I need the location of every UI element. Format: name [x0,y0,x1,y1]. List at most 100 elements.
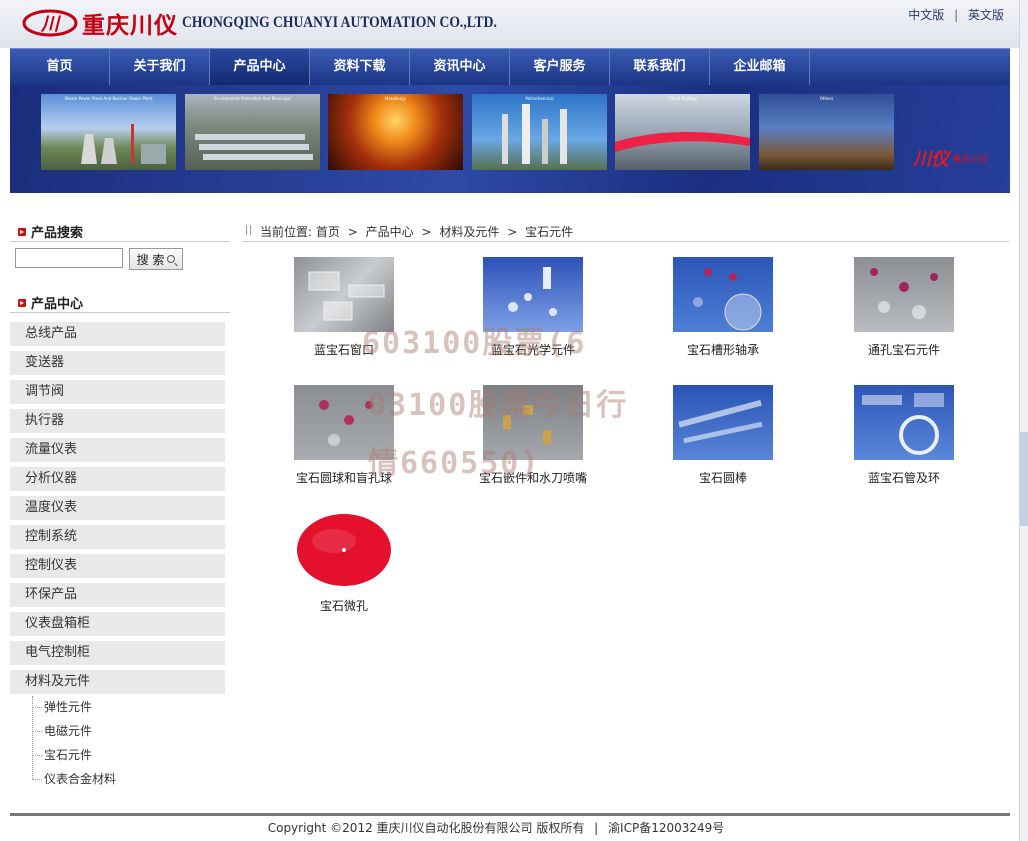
scrollbar-thumb[interactable] [1020,432,1028,526]
lang-chinese-link[interactable]: 中文版 [908,8,944,22]
vertical-scrollbar[interactable] [1019,0,1028,841]
nav-about[interactable]: 关于我们 [110,49,210,85]
railway-photo: City & Railway [615,94,750,170]
breadcrumb-sep: > [421,225,432,239]
product-catalog-title-text: 产品中心 [31,297,84,312]
subcategory-gem[interactable]: 宝石元件 [32,747,92,763]
photo-caption: Metallurgy [384,96,407,101]
product-card[interactable]: 宝石圆棒 [648,385,798,486]
watermark-line-1: 603100股票(6 [362,326,587,361]
footer-separator: | [594,821,599,835]
product-name[interactable]: 宝石槽形轴承 [648,341,798,358]
category-temperature[interactable]: 温度仪表 [10,496,225,520]
lang-separator: | [954,8,959,22]
category-environmental[interactable]: 环保产品 [10,583,225,607]
copyright-text: Copyright ©2012 重庆川仪自动化股份有限公司 版权所有 [267,821,585,835]
metallurgy-photo: Metallurgy [328,94,463,170]
breadcrumb-icon [246,225,251,235]
product-name[interactable]: 通孔宝石元件 [829,341,979,358]
subcategory-elastic[interactable]: 弹性元件 [32,699,92,715]
product-card[interactable]: 宝石槽形轴承 [648,257,798,358]
site-footer: Copyright ©2012 重庆川仪自动化股份有限公司 版权所有 | 渝IC… [0,819,992,836]
subcategory-electromagnetic[interactable]: 电磁元件 [32,723,92,739]
lang-english-link[interactable]: 英文版 [968,8,1004,22]
site-header: 川 重庆川仪 CHONGQING CHUANYI AUTOMATION CO.,… [0,0,1028,48]
watermark-line-2: 03100股票今日行 [368,388,629,423]
nav-mail[interactable]: 企业邮箱 [710,49,810,85]
gem-micropore-image [297,514,391,586]
site-logo[interactable]: 川 重庆川仪 CHONGQING CHUANYI AUTOMATION CO.,… [22,6,552,40]
product-image[interactable] [854,257,954,332]
category-materials[interactable]: 材料及元件 [10,670,225,694]
product-card[interactable]: 蓝宝石管及环 [829,385,979,486]
nav-contact[interactable]: 联系我们 [610,49,710,85]
svg-text:川: 川 [40,14,62,34]
divider [10,241,230,242]
language-switcher: 中文版 | 英文版 [908,6,1004,23]
power-plant-photo: Steam Power Plant And Nuclear Power Plan… [41,94,176,170]
banner-brand-text: 重庆川仪 [951,154,988,165]
breadcrumb-products[interactable]: 产品中心 [366,225,414,239]
product-name[interactable]: 宝石圆棒 [648,469,798,486]
sapphire-bearing-image [693,268,762,331]
product-name[interactable]: 宝石微孔 [269,597,419,614]
chuanyi-logo-icon: 川 [22,9,78,37]
category-cabinets[interactable]: 仪表盘箱柜 [10,612,225,636]
industry-banner: Steam Power Plant And Nuclear Power Plan… [10,85,1010,193]
nav-products[interactable]: 产品中心 [210,49,310,85]
category-bus-products[interactable]: 总线产品 [10,322,225,346]
environment-image [195,134,313,160]
category-actuators[interactable]: 执行器 [10,409,225,433]
nav-downloads[interactable]: 资料下载 [310,49,410,85]
banner-logo-mark: 川仪 [912,149,949,170]
main-nav: 首页 关于我们 产品中心 资料下载 资讯中心 客户服务 联系我们 企业邮箱 [10,48,1010,85]
category-flow-meters[interactable]: 流量仪表 [10,438,225,462]
category-electrical-cabinets[interactable]: 电气控制柜 [10,641,225,665]
icp-link[interactable]: 渝ICP备12003249号 [608,821,724,835]
breadcrumb-sep: > [347,225,358,239]
breadcrumb-materials[interactable]: 材料及元件 [439,225,499,239]
product-image[interactable] [673,385,773,460]
breadcrumb-home[interactable]: 首页 [316,225,340,239]
divider [10,312,230,313]
product-search-title: 产品搜索 [18,222,83,241]
product-catalog-title: 产品中心 [18,293,83,312]
logo-english-name: CHONGQING CHUANYI AUTOMATION CO.,LTD. [182,14,497,31]
photo-caption: Steam Power Plant And Nuclear Power Plan… [64,96,153,101]
product-search-title-text: 产品搜索 [31,226,84,241]
through-hole-gem-image [870,268,938,319]
power-plant-image [81,124,166,164]
watermark-line-3: 情660550) [368,446,541,481]
red-arrow-icon [18,298,26,307]
nav-home[interactable]: 首页 [10,49,110,85]
product-image[interactable] [854,385,954,460]
product-card[interactable]: 通孔宝石元件 [829,257,979,358]
search-button-label: 搜 索 [136,252,165,267]
sapphire-tube-image [862,393,944,455]
photo-caption: Others [819,96,834,101]
search-button[interactable]: 搜 索 [129,248,183,270]
category-control-systems[interactable]: 控制系统 [10,525,225,549]
subcategory-alloys[interactable]: 仪表合金材料 [32,771,116,787]
product-search-input[interactable] [15,248,123,268]
category-transmitters[interactable]: 变送器 [10,351,225,375]
category-control-instruments[interactable]: 控制仪表 [10,554,225,578]
photo-caption: Environment Protection And Municipal [214,96,291,101]
product-name[interactable]: 蓝宝石管及环 [829,469,979,486]
railway-image [615,131,750,152]
breadcrumb: 当前位置: 首页 > 产品中心 > 材料及元件 > 宝石元件 [242,222,1009,242]
category-control-valves[interactable]: 调节阀 [10,380,225,404]
product-image[interactable] [294,513,394,588]
nav-service[interactable]: 客户服务 [510,49,610,85]
photo-caption: City & Railway [668,96,697,101]
breadcrumb-current[interactable]: 宝石元件 [525,225,573,239]
logo-chinese-name: 重庆川仪 [82,13,178,39]
category-analyzers[interactable]: 分析仪器 [10,467,225,491]
red-arrow-icon [18,227,26,236]
petrochemical-photo: Petrochemical [472,94,607,170]
breadcrumb-prefix: 当前位置: [260,225,313,239]
product-image[interactable] [673,257,773,332]
environment-photo: Environment Protection And Municipal [185,94,320,170]
nav-news[interactable]: 资讯中心 [410,49,510,85]
product-card[interactable]: 宝石微孔 [269,513,419,614]
